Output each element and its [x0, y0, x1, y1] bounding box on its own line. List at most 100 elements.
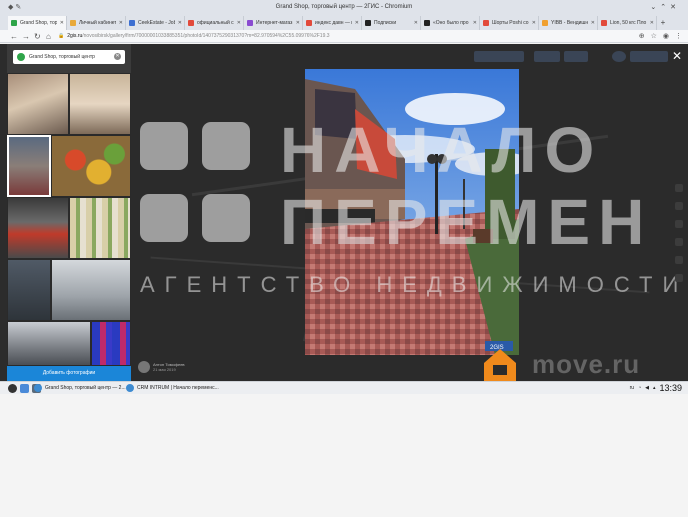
tab-2[interactable]: CeekEstate - Jobs ✕ [126, 16, 185, 30]
url-input[interactable]: 🔒 2gis.ru/novosibirsk/gallery/firm/700000… [58, 32, 638, 41]
clear-icon[interactable]: ✕ [114, 53, 121, 60]
watermark-subtitle: АГЕНТСТВО НЕДВИЖИМОСТИ [140, 272, 688, 297]
browser-actions: ⊕ ☆ ◉ ⋮ [639, 32, 682, 40]
tab-favicon-icon [11, 20, 17, 26]
page-viewport: Grand Shop, торговый центр ✕ Добавить фо… [0, 44, 688, 381]
gallery-thumbnail-selected[interactable] [7, 135, 51, 197]
gallery-thumbnail[interactable] [51, 135, 131, 197]
window-controls[interactable]: ⌄⌃✕ [650, 3, 680, 11]
photo-date: 21 мая 2019 [153, 367, 176, 372]
taskbar: Grand Shop, торговый центр — 2... CRM IN… [0, 381, 688, 394]
map-chip[interactable] [612, 51, 626, 62]
volume-icon[interactable]: ◀ [645, 382, 649, 394]
tab-close-icon[interactable]: ✕ [473, 20, 479, 26]
tab-close-icon[interactable]: ✕ [650, 20, 656, 26]
tab-10[interactable]: Lion, 50 кгс Пло ✕ [598, 16, 657, 30]
screen: ◆ ✎ Grand Shop, торговый центр — 2ГИС - … [0, 0, 688, 517]
tab-7[interactable]: «Оно было про ✕ [421, 16, 480, 30]
taskbar-chromium-icon [34, 384, 42, 392]
new-tab-icon[interactable]: + [657, 16, 669, 30]
tab-close-icon[interactable]: ✕ [119, 20, 125, 26]
gallery-thumbnail[interactable] [7, 259, 51, 321]
watermark-line1: НАЧАЛО [280, 114, 603, 186]
lock-icon: 🔒 [58, 33, 65, 39]
agency-watermark: НАЧАЛО ПЕРЕМЕН АГЕНТСТВО НЕДВИЖИМОСТИ [140, 118, 688, 312]
tab-close-icon[interactable]: ✕ [60, 20, 66, 26]
gallery-thumbnail[interactable] [69, 197, 131, 259]
move-watermark: move.ru [532, 349, 641, 379]
gallery-thumbnail[interactable] [51, 259, 131, 321]
tab-close-icon[interactable]: ✕ [414, 20, 420, 26]
tab-favicon-icon [70, 20, 76, 26]
tab-favicon-icon [542, 20, 548, 26]
map-chip[interactable] [474, 51, 524, 62]
watermark-square-icon [140, 122, 188, 170]
tab-favicon-icon [188, 20, 194, 26]
window-titlebar: ◆ ✎ Grand Shop, торговый центр — 2ГИС - … [0, 0, 688, 16]
map-tool-icon[interactable] [675, 220, 683, 228]
taskbar-item[interactable]: Grand Shop, торговый центр — 2... [34, 382, 126, 394]
home-icon[interactable]: ⌂ [46, 32, 51, 41]
window-title: Grand Shop, торговый центр — 2ГИС - Chro… [275, 4, 413, 10]
tab-close-icon[interactable]: ✕ [355, 20, 361, 26]
forward-icon[interactable]: → [22, 32, 30, 41]
zoom-icon[interactable]: ⊕ [639, 32, 645, 40]
tab-close-icon[interactable]: ✕ [532, 20, 538, 26]
search-input[interactable]: Grand Shop, торговый центр ✕ [13, 50, 125, 64]
map-tool-icon[interactable] [675, 238, 683, 246]
terminal-icon[interactable] [20, 384, 29, 393]
map-tools [675, 184, 685, 292]
tab-4[interactable]: Интернет-магаз ✕ [244, 16, 303, 30]
reload-icon[interactable]: ↻ [34, 32, 41, 41]
watermark-square-icon [140, 194, 188, 242]
tab-3[interactable]: официальный с ✕ [185, 16, 244, 30]
add-photo-button[interactable]: Добавить фотографии [7, 366, 131, 381]
map-tool-icon[interactable] [675, 256, 683, 264]
menu-icon[interactable]: ⋮ [675, 32, 682, 40]
map-tool-icon[interactable] [675, 202, 683, 210]
gallery-thumbnail[interactable] [7, 73, 69, 135]
tab-favicon-icon [306, 20, 312, 26]
tab-close-icon[interactable]: ✕ [178, 20, 184, 26]
close-gallery-icon[interactable]: ✕ [672, 50, 682, 62]
map-chip[interactable] [564, 51, 588, 62]
tab-9[interactable]: YIBB - Вендишн ✕ [539, 16, 598, 30]
start-menu-icon[interactable] [8, 384, 17, 393]
tab-5[interactable]: индекс давн — г ✕ [303, 16, 362, 30]
tab-0[interactable]: Grand Shop, тор ✕ [8, 16, 67, 30]
gallery-sidebar: Grand Shop, торговый центр ✕ Добавить фо… [7, 44, 131, 381]
search-value: Grand Shop, торговый центр [29, 54, 95, 60]
clock[interactable]: 13:39 [659, 382, 682, 394]
gallery-thumbnail[interactable] [69, 73, 131, 135]
2gis-logo-icon [17, 53, 25, 61]
map-tool-icon[interactable] [675, 184, 683, 192]
tab-close-icon[interactable]: ✕ [237, 20, 243, 26]
gallery-thumbnail[interactable] [7, 321, 91, 366]
tab-1[interactable]: Личный кабинет ✕ [67, 16, 126, 30]
watermark-line2: ПЕРЕМЕН [280, 186, 653, 258]
avatar [138, 361, 150, 373]
tab-favicon-icon [129, 20, 135, 26]
keyboard-layout[interactable]: ru [630, 382, 634, 394]
tab-favicon-icon [424, 20, 430, 26]
map-chip[interactable] [630, 51, 668, 62]
watermark-square-icon [202, 194, 250, 242]
bookmark-star-icon[interactable]: ☆ [651, 32, 657, 40]
map-chip[interactable] [534, 51, 560, 62]
tab-close-icon[interactable]: ✕ [591, 20, 597, 26]
account-icon[interactable]: ◉ [663, 32, 669, 40]
tab-6[interactable]: Подписки ✕ [362, 16, 421, 30]
taskbar-item[interactable]: CRM INTRUM | Начало переменс... [126, 382, 219, 394]
gallery-thumbnail[interactable] [7, 197, 69, 259]
back-icon[interactable]: ← [10, 32, 18, 41]
tab-8[interactable]: Шорты Poshi со ✕ [480, 16, 539, 30]
watermark-square-icon [202, 122, 250, 170]
move-logo-icon [482, 347, 518, 381]
gallery-thumbnail[interactable] [91, 321, 131, 366]
tab-favicon-icon [601, 20, 607, 26]
tab-favicon-icon [247, 20, 253, 26]
tab-close-icon[interactable]: ✕ [296, 20, 302, 26]
map-tool-icon[interactable] [675, 274, 683, 282]
wifi-icon[interactable]: ◔ [638, 382, 641, 394]
tray-up-icon[interactable]: ▴ [653, 382, 656, 394]
